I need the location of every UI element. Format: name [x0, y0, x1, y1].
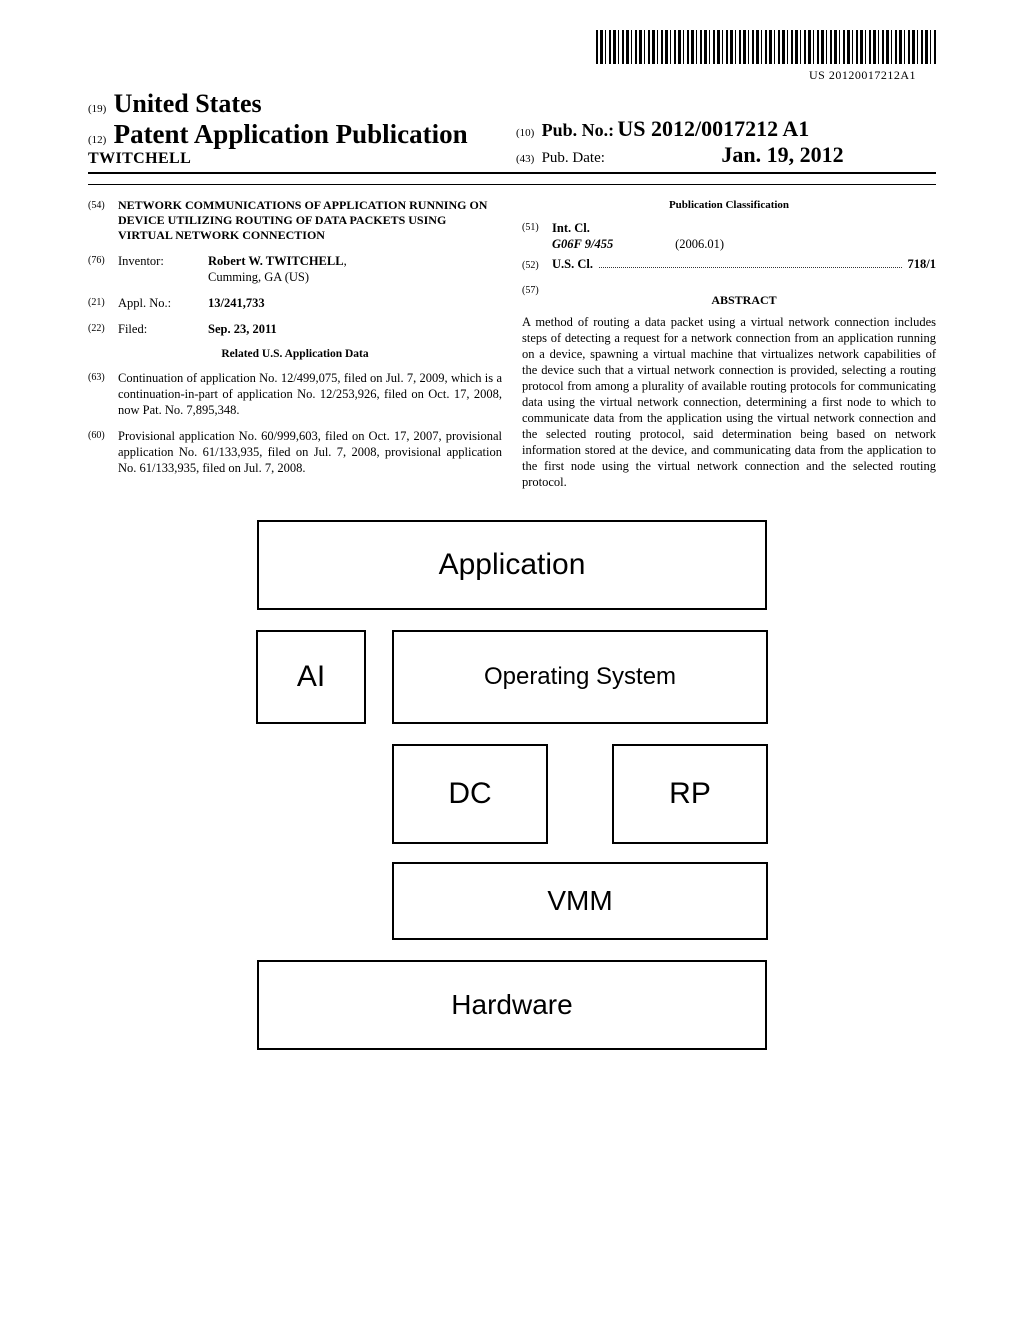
continuation-text: Continuation of application No. 12/499,0…	[118, 370, 502, 418]
figure-box-vmm: VMM	[392, 862, 768, 940]
uscl-leader-dots	[599, 258, 902, 268]
publication-type: Patent Application Publication	[114, 119, 468, 149]
filed-label: Filed:	[118, 321, 208, 337]
figure-row-dc-rp: DC RP	[392, 744, 768, 844]
pubdate-value: Jan. 19, 2012	[721, 142, 843, 167]
figure-box-os: Operating System	[392, 630, 768, 724]
intcl-date: (2006.01)	[675, 237, 724, 251]
filed-field: (22) Filed: Sep. 23, 2011	[88, 321, 502, 337]
inventor-location: Cumming, GA (US)	[208, 270, 309, 284]
pubno-value: US 2012/0017212 A1	[617, 116, 809, 141]
barcode	[596, 30, 936, 64]
filed-num: (22)	[88, 321, 118, 337]
inventor-name: Robert W. TWITCHELL	[208, 254, 344, 268]
right-column: Publication Classification (51) Int. Cl.…	[522, 184, 936, 490]
publication-prefix: (12)	[88, 134, 106, 146]
abstract-text: A method of routing a data packet using …	[522, 314, 936, 490]
inventor-num: (76)	[88, 253, 118, 285]
abstract-num: (57)	[522, 283, 552, 314]
inventor-label: Inventor:	[118, 253, 208, 285]
abstract-heading-row: (57) ABSTRACT	[522, 283, 936, 314]
bibliographic-data: (54) NETWORK COMMUNICATIONS OF APPLICATI…	[88, 184, 936, 490]
figure-box-rp: RP	[612, 744, 768, 844]
figure-box-ai: AI	[256, 630, 366, 724]
continuation-num: (63)	[88, 370, 118, 418]
invention-title: NETWORK COMMUNICATIONS OF APPLICATION RU…	[118, 198, 502, 243]
abstract-heading: ABSTRACT	[552, 293, 936, 308]
intcl-code: G06F 9/455	[552, 236, 672, 252]
figure-box-hardware: Hardware	[257, 960, 767, 1050]
figure-row-dc-rp-vmm: DC RP VMM	[256, 744, 768, 940]
pubdate-label: Pub. Date:	[542, 150, 605, 166]
provisional-field: (60) Provisional application No. 60/999,…	[88, 428, 502, 476]
figure-box-dc: DC	[392, 744, 548, 844]
provisional-text: Provisional application No. 60/999,603, …	[118, 428, 502, 476]
uscl-label: U.S. Cl.	[552, 256, 593, 272]
pubno-prefix: (10)	[516, 127, 534, 139]
applno-field: (21) Appl. No.: 13/241,733	[88, 295, 502, 311]
applno-value: 13/241,733	[208, 295, 502, 311]
pubdate-prefix: (43)	[516, 153, 534, 165]
filed-value: Sep. 23, 2011	[208, 321, 502, 337]
intcl-body: Int. Cl. G06F 9/455 (2006.01)	[552, 220, 936, 252]
applno-num: (21)	[88, 295, 118, 311]
barcode-area: US 20120017212A1	[88, 30, 936, 83]
related-app-heading: Related U.S. Application Data	[88, 347, 502, 362]
continuation-field: (63) Continuation of application No. 12/…	[88, 370, 502, 418]
applicant-family-name: TWITCHELL	[88, 150, 468, 168]
applno-label: Appl. No.:	[118, 295, 208, 311]
intcl-label: Int. Cl.	[552, 221, 590, 235]
uscl-num: (52)	[522, 258, 552, 273]
inventor-body: Robert W. TWITCHELL, Cumming, GA (US)	[208, 253, 502, 285]
intcl-num: (51)	[522, 220, 552, 252]
pubno-label: Pub. No.:	[542, 120, 615, 140]
pub-class-heading: Publication Classification	[522, 198, 936, 212]
uscl-field: (52) U.S. Cl. 718/1	[522, 256, 936, 273]
figure: Application AI Operating System DC RP VM…	[88, 520, 936, 1050]
figure-box-application: Application	[257, 520, 767, 610]
header-right: (10) Pub. No.: US 2012/0017212 A1 (43) P…	[516, 116, 936, 168]
header: (19) United States (12) Patent Applicati…	[88, 89, 936, 174]
provisional-num: (60)	[88, 428, 118, 476]
header-left: (19) United States (12) Patent Applicati…	[88, 89, 468, 168]
country-prefix: (19)	[88, 103, 106, 115]
inventor-field: (76) Inventor: Robert W. TWITCHELL, Cumm…	[88, 253, 502, 285]
figure-vmm-column: DC RP VMM	[392, 744, 768, 940]
title-num: (54)	[88, 198, 118, 243]
barcode-number: US 20120017212A1	[88, 68, 936, 83]
uscl-value: 718/1	[908, 256, 936, 272]
title-field: (54) NETWORK COMMUNICATIONS OF APPLICATI…	[88, 198, 502, 243]
country: United States	[114, 89, 262, 118]
figure-row-ai-os: AI Operating System	[256, 630, 768, 724]
intcl-field: (51) Int. Cl. G06F 9/455 (2006.01)	[522, 220, 936, 252]
left-column: (54) NETWORK COMMUNICATIONS OF APPLICATI…	[88, 184, 502, 490]
